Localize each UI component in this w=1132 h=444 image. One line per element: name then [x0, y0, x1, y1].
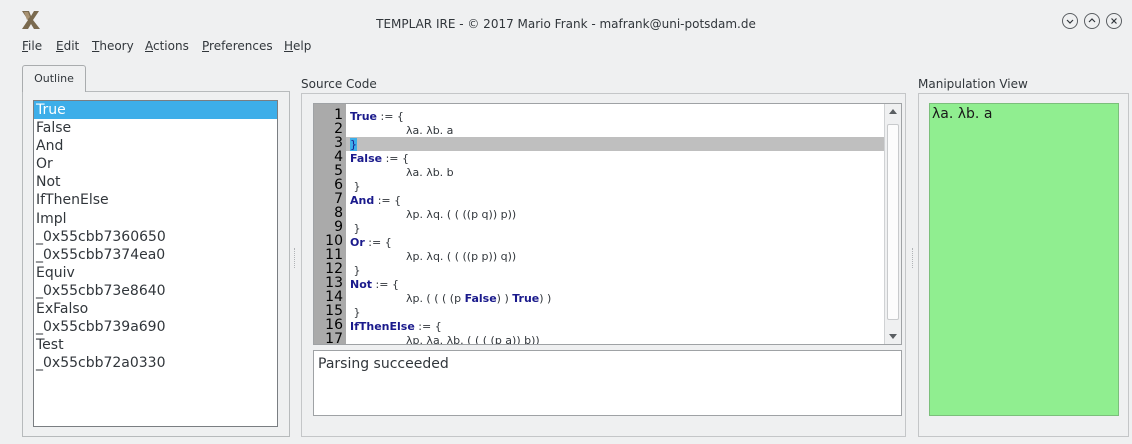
code-line: Not := {	[350, 278, 399, 292]
editor-vertical-scrollbar[interactable]	[884, 104, 901, 344]
scrollbar-thumb[interactable]	[887, 124, 899, 320]
menu-file[interactable]: File	[22, 39, 42, 54]
parse-status-text: Parsing succeeded	[318, 356, 449, 372]
code-text: λp. ( ( ( (p	[350, 292, 465, 305]
outline-item[interactable]: _0x55cbb73e8640	[34, 282, 277, 300]
code-line: λp. λq. ( ( ((p p)) q))	[350, 250, 516, 264]
outline-item[interactable]: True	[34, 101, 277, 120]
code-text: := {	[414, 320, 442, 333]
outline-item[interactable]: Impl	[34, 210, 277, 228]
code-text: := {	[374, 194, 402, 207]
source-code-label: Source Code	[301, 77, 377, 91]
code-text: λa. λb. a	[350, 124, 454, 137]
outline-item[interactable]: Not	[34, 173, 277, 191]
manipulation-content: λa. λb. a	[932, 106, 993, 122]
code-keyword: IfThenElse	[350, 320, 415, 333]
code-text: }	[350, 264, 361, 277]
code-keyword: False	[464, 292, 497, 305]
minimize-button[interactable]	[1062, 13, 1078, 29]
parse-status-box: Parsing succeeded	[313, 350, 902, 416]
code-keyword: And	[350, 194, 375, 207]
chevron-up-icon	[1088, 18, 1096, 23]
outline-item[interactable]: ExFalso	[34, 300, 277, 318]
code-text: }	[350, 180, 361, 193]
chevron-down-icon	[1066, 19, 1074, 24]
code-area[interactable]: True := { λa. λb. a} False := { λa. λb. b…	[346, 104, 886, 344]
code-text: := {	[364, 236, 392, 249]
manipulation-view-label: Manipulation View	[918, 77, 1028, 91]
outline-item[interactable]: Or	[34, 155, 277, 173]
outline-item[interactable]: And	[34, 137, 277, 155]
outline-item[interactable]: _0x55cbb72a0330	[34, 354, 277, 372]
code-editor[interactable]: 1 2 3 4 5 6 7 8 9 10 11 12 13 14 15 16 17 True := { λa. …	[313, 103, 902, 345]
code-keyword: Or	[350, 236, 365, 249]
current-line-highlight	[346, 137, 886, 151]
close-button[interactable]	[1106, 13, 1122, 29]
line-number: 17	[325, 331, 343, 345]
code-line: λa. λb. b	[350, 166, 454, 180]
code-line: Or := {	[350, 236, 392, 250]
scroll-down-arrow-icon[interactable]	[889, 334, 897, 339]
code-text: }	[350, 306, 361, 319]
outline-item[interactable]: False	[34, 119, 277, 137]
maximize-button[interactable]	[1084, 13, 1100, 29]
code-line: And := {	[350, 194, 401, 208]
code-text: ) )	[539, 292, 552, 305]
code-line: }	[350, 306, 361, 320]
code-text: := {	[382, 152, 409, 165]
code-text: λa. λb. b	[350, 166, 454, 179]
outline-item[interactable]: Equiv	[34, 264, 277, 282]
code-line: True := {	[350, 110, 404, 124]
code-line: λa. λb. a	[350, 124, 453, 138]
code-line: }	[350, 222, 361, 236]
code-text: ) )	[496, 292, 513, 305]
splitter-handle[interactable]	[294, 248, 296, 268]
menu-preferences[interactable]: Preferences	[202, 39, 273, 54]
menu-theory[interactable]: Theory	[92, 39, 134, 54]
code-line: }	[350, 180, 361, 194]
title-bar: TEMPLAR IRE - © 2017 Mario Frank - mafra…	[0, 0, 1132, 36]
menu-actions[interactable]: Actions	[145, 39, 189, 54]
outline-item[interactable]: Test	[34, 336, 277, 354]
code-line: λp. ( ( ( (p False) ) True) )	[350, 292, 551, 306]
code-text: λp. λq. ( ( ((p p)) q))	[350, 250, 517, 263]
outline-item[interactable]: _0x55cbb739a690	[34, 318, 277, 336]
matched-brace: }	[350, 138, 357, 151]
outline-item[interactable]: IfThenElse	[34, 191, 277, 209]
line-number-gutter: 1 2 3 4 5 6 7 8 9 10 11 12 13 14 15 16 17	[314, 104, 346, 344]
manipulation-view[interactable]: λa. λb. a	[929, 103, 1119, 416]
code-line: }	[350, 138, 357, 152]
code-keyword: True	[350, 110, 378, 123]
code-line: λp. λq. ( ( ((p q)) p))	[350, 208, 516, 222]
code-line: λp. λa. λb. ( ( ( (p a)) b))	[350, 334, 540, 344]
menu-bar: File Edit Theory Actions Preferences Hel…	[0, 36, 1132, 57]
code-line: }	[350, 264, 361, 278]
outline-list[interactable]: True False And Or Not IfThenElse Impl _0x55cbb7…	[33, 100, 278, 427]
outline-item[interactable]: _0x55cbb7360650	[34, 228, 277, 246]
code-text: := {	[377, 110, 404, 123]
code-text: λp. λq. ( ( ((p q)) p))	[350, 208, 517, 221]
scroll-up-arrow-icon[interactable]	[889, 109, 897, 114]
menu-edit[interactable]: Edit	[56, 39, 79, 54]
code-text: }	[350, 222, 361, 235]
code-line: False := {	[350, 152, 409, 166]
code-keyword: Not	[350, 278, 373, 291]
tab-outline[interactable]: Outline	[22, 65, 86, 92]
code-keyword: True	[512, 292, 540, 305]
code-text: λp. λa. λb. ( ( ( (p a)) b))	[350, 334, 540, 344]
outline-item[interactable]: _0x55cbb7374ea0	[34, 246, 277, 264]
close-icon	[1111, 18, 1117, 24]
window-title: TEMPLAR IRE - © 2017 Mario Frank - mafra…	[376, 17, 756, 31]
code-line: IfThenElse := {	[350, 320, 442, 334]
code-keyword: False	[350, 152, 383, 165]
code-text: := {	[372, 278, 399, 291]
menu-help[interactable]: Help	[284, 39, 311, 54]
splitter-handle[interactable]	[912, 248, 914, 268]
